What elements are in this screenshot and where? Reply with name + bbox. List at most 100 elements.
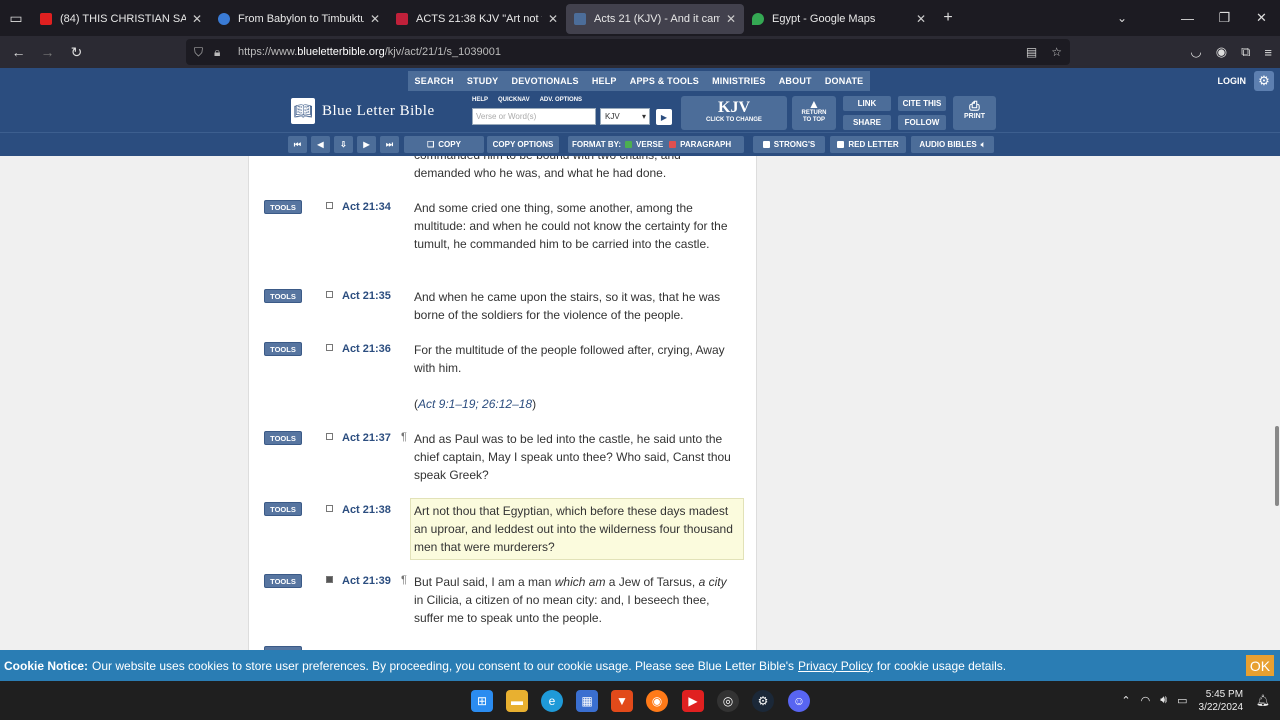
- menu-about[interactable]: ABOUT: [779, 76, 812, 86]
- return-to-top-button[interactable]: ▲ RETURN TO TOP: [792, 96, 836, 130]
- shield-icon[interactable]: ⛉: [194, 45, 214, 60]
- site-logo[interactable]: Blue Letter Bible: [322, 103, 435, 120]
- store-icon[interactable]: ▦: [576, 690, 598, 712]
- menu-icon[interactable]: ≡: [1264, 45, 1272, 60]
- discord-icon[interactable]: ☺: [788, 690, 810, 712]
- reader-view-icon[interactable]: ▤: [1026, 45, 1037, 59]
- share-button[interactable]: SHARE: [843, 115, 891, 130]
- verse-checkbox[interactable]: [326, 576, 333, 583]
- tools-button[interactable]: TOOLS: [264, 502, 302, 516]
- strongs-toggle[interactable]: STRONG'S: [753, 136, 825, 153]
- minimize-icon[interactable]: —: [1169, 0, 1206, 36]
- privacy-policy-link[interactable]: Privacy Policy: [798, 659, 873, 673]
- gear-icon[interactable]: ⚙: [1254, 71, 1274, 91]
- file-explorer-icon[interactable]: ▬: [506, 690, 528, 712]
- menu-apps-tools[interactable]: APPS & TOOLS: [630, 76, 699, 86]
- pocket-icon[interactable]: ◡: [1190, 44, 1201, 60]
- restore-icon[interactable]: ❐: [1206, 0, 1243, 36]
- paragraph-checkbox[interactable]: [669, 141, 677, 148]
- account-icon[interactable]: ◉: [1216, 44, 1227, 60]
- new-tab-plus-icon[interactable]: +: [934, 9, 962, 27]
- menu-study[interactable]: STUDY: [467, 76, 499, 86]
- menu-help[interactable]: HELP: [592, 76, 617, 86]
- search-input[interactable]: Verse or Word(s): [472, 108, 596, 125]
- tools-button[interactable]: TOOLS: [264, 289, 302, 303]
- verse-reference[interactable]: Act 21:38: [342, 504, 391, 516]
- notification-bell-icon[interactable]: 🔔︎: [1256, 694, 1270, 707]
- menu-donate[interactable]: DONATE: [825, 76, 864, 86]
- menu-ministries[interactable]: MINISTRIES: [712, 76, 766, 86]
- tab-acts-21-active[interactable]: Acts 21 (KJV) - And it came to p ✕: [566, 4, 744, 34]
- prev-chapter-icon[interactable]: ◀: [311, 136, 330, 153]
- version-select[interactable]: KJV ▾: [600, 108, 650, 125]
- battery-icon[interactable]: ▭: [1177, 694, 1187, 707]
- close-icon[interactable]: ✕: [726, 12, 736, 26]
- tab-acts-2138[interactable]: ACTS 21:38 KJV "Art not thou th ✕: [388, 4, 566, 34]
- search-go-button[interactable]: ▶: [656, 109, 672, 125]
- cite-button[interactable]: CITE THIS: [898, 96, 946, 111]
- close-icon[interactable]: ✕: [192, 12, 202, 26]
- page-scrollbar[interactable]: [1275, 426, 1279, 506]
- next-chapter-icon[interactable]: ▶: [357, 136, 376, 153]
- verse-reference[interactable]: Act 21:36: [342, 343, 391, 355]
- tab-youtube[interactable]: (84) THIS CHRISTIAN SAYS SO C ✕: [32, 4, 210, 34]
- extensions-icon[interactable]: ⧉: [1241, 44, 1250, 60]
- adv-options-link[interactable]: ADV. OPTIONS: [540, 97, 582, 103]
- close-icon[interactable]: ✕: [916, 12, 926, 26]
- verse-checkbox[interactable]: [326, 344, 333, 351]
- youtube-app-icon[interactable]: ▶: [682, 690, 704, 712]
- bookmark-star-icon[interactable]: ☆: [1051, 45, 1062, 59]
- first-chapter-icon[interactable]: ⏮: [288, 136, 307, 153]
- red-letter-toggle[interactable]: RED LETTER: [830, 136, 906, 153]
- tools-button[interactable]: TOOLS: [264, 342, 302, 356]
- lock-icon[interactable]: 🔒︎: [214, 45, 234, 60]
- verse-checkbox[interactable]: [326, 505, 333, 512]
- book-logo-icon[interactable]: 📖︎: [291, 98, 315, 124]
- brave-icon[interactable]: ▼: [611, 690, 633, 712]
- follow-button[interactable]: FOLLOW: [898, 115, 946, 130]
- tab-google-maps[interactable]: Egypt - Google Maps ✕: [744, 4, 934, 34]
- chevron-up-icon[interactable]: ⌃: [1121, 694, 1130, 707]
- link-button[interactable]: LINK: [843, 96, 891, 111]
- clock[interactable]: 5:45 PM 3/22/2024: [1199, 688, 1244, 714]
- chevron-down-icon[interactable]: ⌄: [1112, 0, 1132, 36]
- verse-checkbox[interactable]: [326, 433, 333, 440]
- tools-button[interactable]: TOOLS: [264, 574, 302, 588]
- tools-button[interactable]: TOOLS: [264, 200, 302, 214]
- verse-reference[interactable]: Act 21:39: [342, 575, 391, 587]
- url-bar[interactable]: ⛉ 🔒︎ https://www.blueletterbible.org/kjv…: [186, 39, 1070, 65]
- obs-icon[interactable]: ◎: [717, 690, 739, 712]
- quicknav-link[interactable]: QUICKNAV: [498, 97, 530, 103]
- reload-icon[interactable]: ↻: [62, 38, 91, 66]
- steam-icon[interactable]: ⚙: [752, 690, 774, 712]
- edge-icon[interactable]: e: [541, 690, 563, 712]
- tools-button[interactable]: TOOLS: [264, 431, 302, 445]
- firefox-icon[interactable]: ◉: [646, 690, 668, 712]
- copy-options-button[interactable]: COPY OPTIONS: [487, 136, 559, 153]
- version-change-button[interactable]: KJV CLICK TO CHANGE: [681, 96, 787, 130]
- close-icon[interactable]: ✕: [370, 12, 380, 26]
- back-arrow-icon[interactable]: ←: [4, 38, 33, 66]
- print-button[interactable]: ⎙ PRINT: [953, 96, 996, 130]
- verse-reference[interactable]: Act 21:37: [342, 432, 391, 444]
- verse-checkbox[interactable]: [326, 202, 333, 209]
- windows-start-icon[interactable]: ⊞: [471, 690, 493, 712]
- tab-wordpress[interactable]: From Babylon to Timbuktu: A H ✕: [210, 4, 388, 34]
- menu-search[interactable]: SEARCH: [415, 76, 454, 86]
- last-chapter-icon[interactable]: ⏭: [380, 136, 399, 153]
- menu-devotionals[interactable]: DEVOTIONALS: [512, 76, 579, 86]
- verse-checkbox[interactable]: [326, 291, 333, 298]
- wifi-icon[interactable]: ◠: [1141, 694, 1151, 707]
- audio-bibles-button[interactable]: AUDIO BIBLES 🔈︎: [911, 136, 994, 153]
- volume-icon[interactable]: 🔊︎: [1160, 694, 1167, 707]
- cookie-ok-button[interactable]: OK: [1246, 655, 1274, 676]
- forward-arrow-icon[interactable]: →: [33, 38, 62, 66]
- verse-reference[interactable]: Act 21:34: [342, 201, 391, 213]
- login-link[interactable]: LOGIN: [1218, 76, 1247, 86]
- verse-checkbox[interactable]: [625, 141, 633, 148]
- chapter-menu-icon[interactable]: ⇩: [334, 136, 353, 153]
- tab-list-icon[interactable]: ▭: [0, 0, 32, 36]
- help-link[interactable]: HELP: [472, 97, 488, 103]
- close-window-icon[interactable]: ✕: [1243, 0, 1280, 36]
- close-icon[interactable]: ✕: [548, 12, 558, 26]
